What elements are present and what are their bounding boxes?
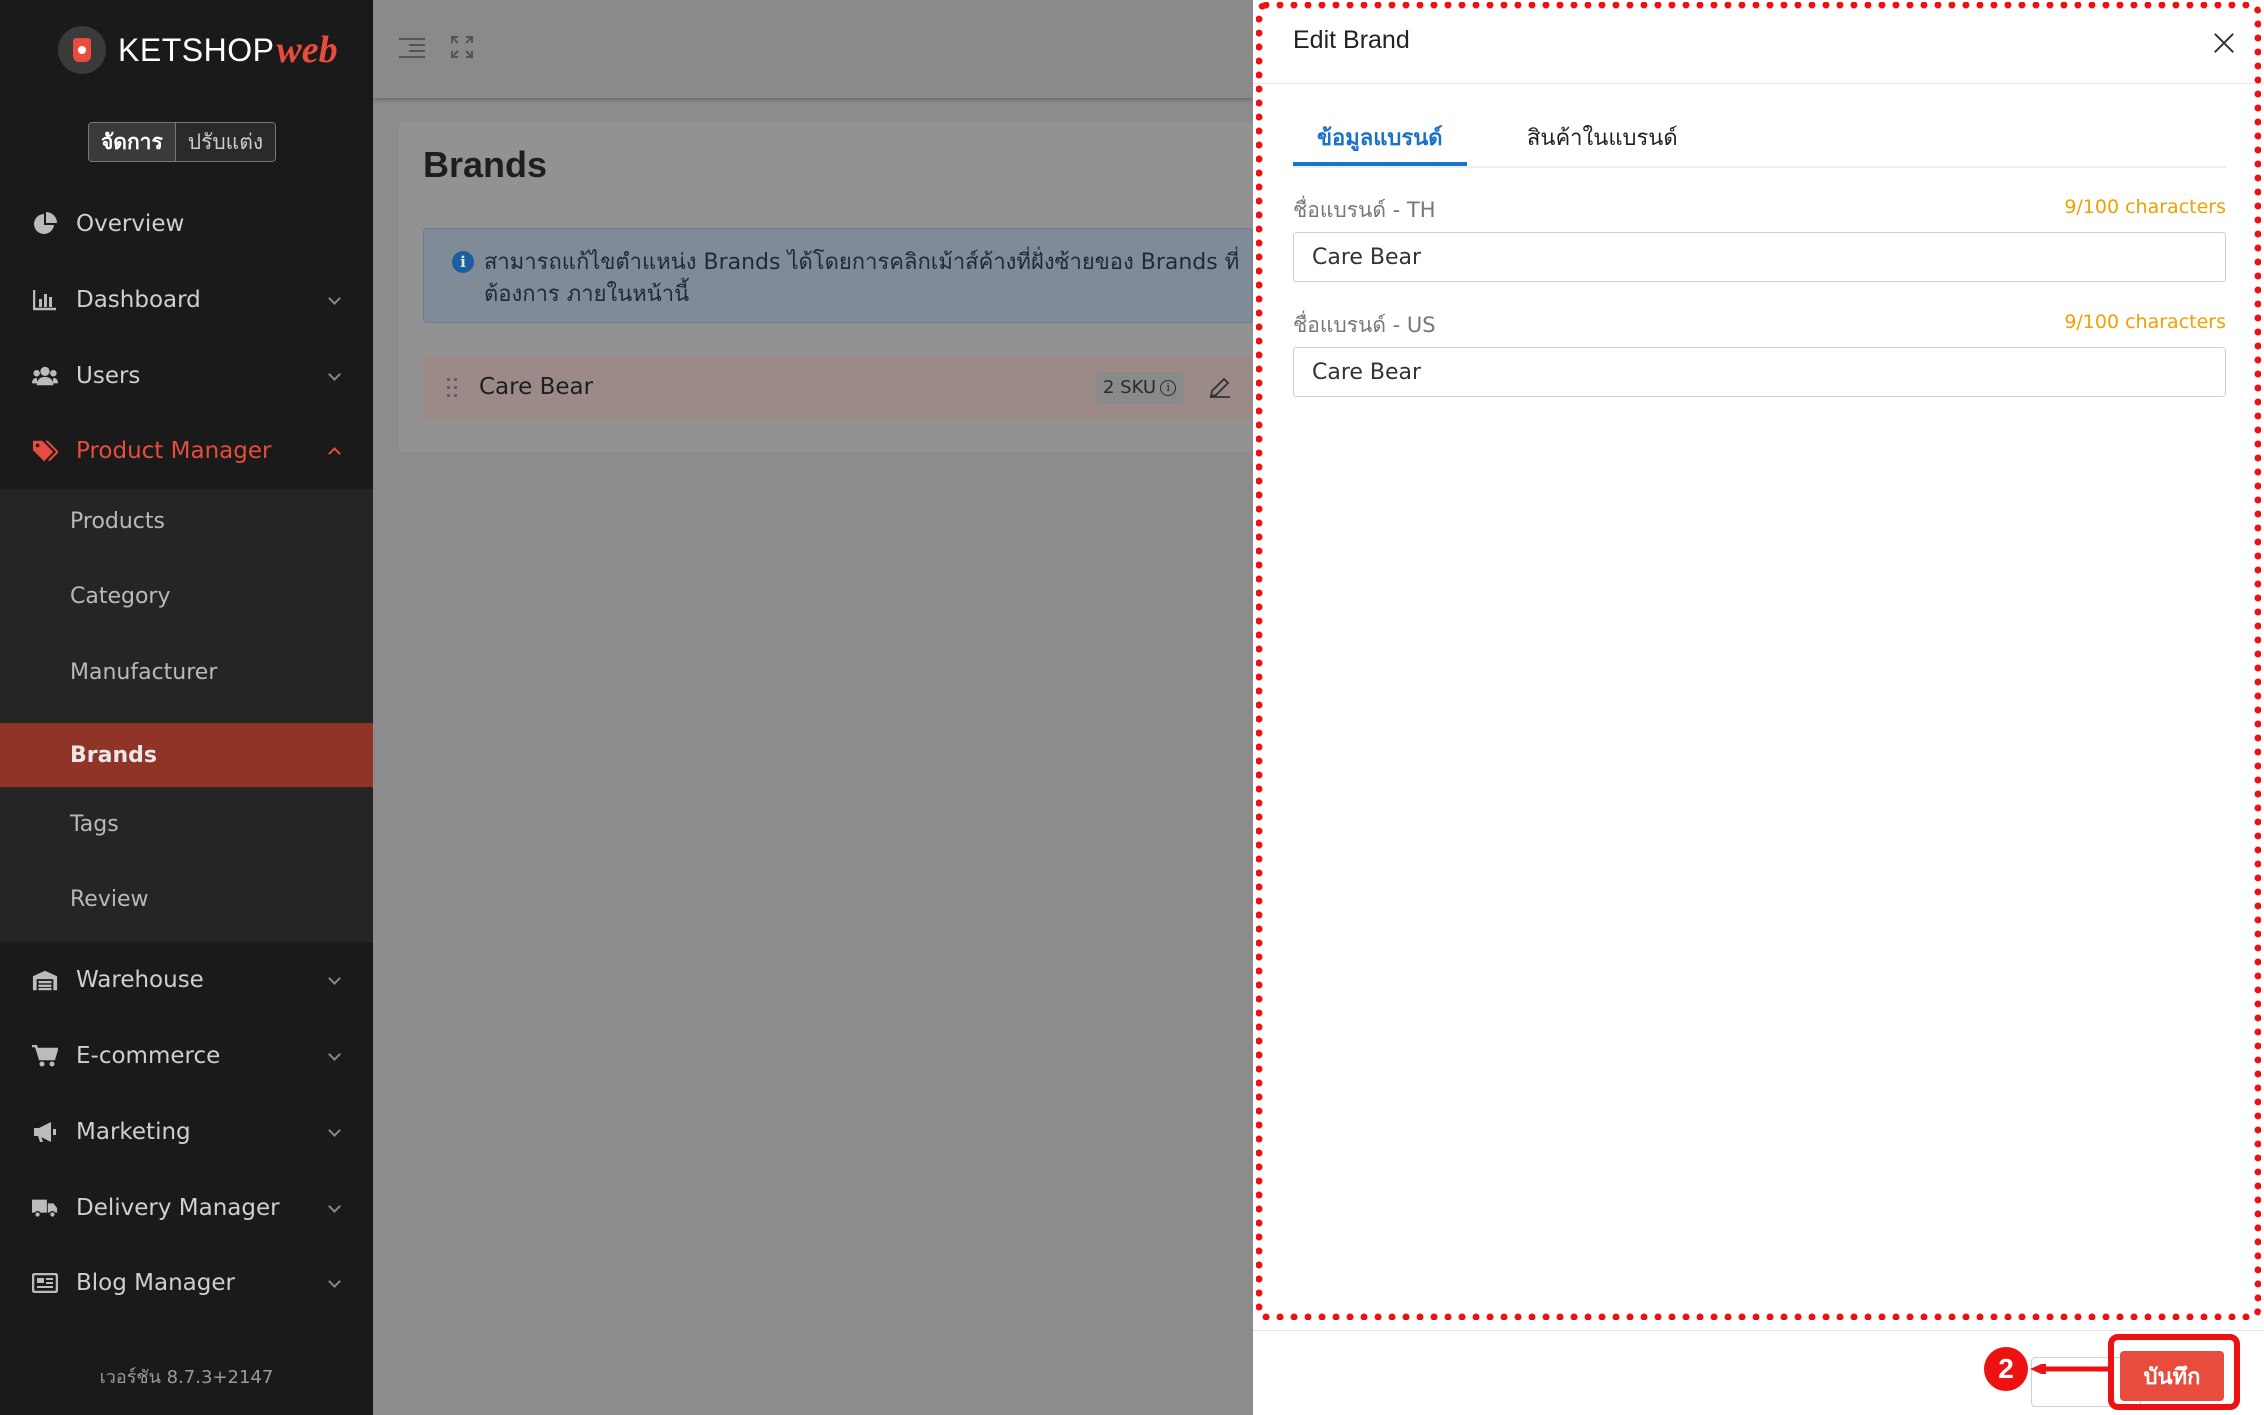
sidebar-item-tags[interactable]: Tags <box>0 792 373 856</box>
nav-delivery-label: Delivery Manager <box>76 1195 280 1221</box>
mode-toggle: จัดการ ปรับแต่ง <box>88 122 277 162</box>
annotation-dotted-frame <box>1256 2 2261 1320</box>
sidebar-item-brands[interactable]: Brands <box>0 723 373 787</box>
chevron-up-icon <box>328 445 340 457</box>
brand-name: Care Bear <box>479 374 594 400</box>
nav-marketing[interactable]: Marketing <box>0 1094 373 1170</box>
info-alert: i สามารถแก้ไขตำแหน่ง Brands ได้โดยการคลิ… <box>423 228 1253 323</box>
chevron-down-icon <box>328 294 340 306</box>
logo-accent: web <box>276 29 338 71</box>
megaphone-icon <box>32 1120 58 1144</box>
nav-overview[interactable]: Overview <box>0 186 373 262</box>
sku-badge: 2 SKU i <box>1095 372 1185 404</box>
fullscreen-icon[interactable] <box>451 36 473 58</box>
logo-mark-icon <box>58 26 106 74</box>
bar-chart-icon <box>32 288 58 312</box>
nav-product-manager[interactable]: Product Manager <box>0 413 373 489</box>
users-icon <box>32 364 58 388</box>
sku-count: 2 SKU <box>1103 377 1157 398</box>
drag-handle-icon[interactable] <box>447 378 459 398</box>
tags-icon <box>32 439 58 463</box>
chevron-down-icon <box>328 974 340 986</box>
nav-ecommerce[interactable]: E-commerce <box>0 1018 373 1094</box>
nav-marketing-label: Marketing <box>76 1119 191 1145</box>
annotation-save-highlight <box>2108 1334 2240 1410</box>
nav-users-label: Users <box>76 363 141 389</box>
annotation-arrow-icon <box>2030 1364 2108 1374</box>
nav-product-manager-label: Product Manager <box>76 438 272 464</box>
menu-toggle-icon[interactable] <box>399 36 425 58</box>
topbar <box>373 0 1253 98</box>
nav-blog-manager[interactable]: Blog Manager <box>0 1245 373 1321</box>
sidebar-item-manufacturer[interactable]: Manufacturer <box>0 640 373 704</box>
chevron-down-icon <box>328 370 340 382</box>
modal-backdrop[interactable] <box>373 452 1253 1415</box>
info-text: สามารถแก้ไขตำแหน่ง Brands ได้โดยการคลิกเ… <box>484 250 1240 307</box>
warehouse-icon <box>32 968 58 992</box>
version-label: เวอร์ชัน 8.7.3+2147 <box>99 1367 274 1388</box>
nav-ecommerce-label: E-commerce <box>76 1043 221 1069</box>
sidebar-item-products[interactable]: Products <box>0 489 373 553</box>
brand-list-item[interactable]: Care Bear 2 SKU i <box>423 356 1253 419</box>
chevron-down-icon <box>328 1050 340 1062</box>
newspaper-icon <box>32 1271 58 1295</box>
nav-overview-label: Overview <box>76 211 185 237</box>
nav-dashboard[interactable]: Dashboard <box>0 262 373 338</box>
logo[interactable]: KETSHOP web <box>58 24 338 76</box>
logo-text: KETSHOP <box>118 31 275 68</box>
info-icon: i <box>452 251 474 273</box>
nav-dashboard-label: Dashboard <box>76 287 201 313</box>
truck-icon <box>32 1196 58 1220</box>
sidebar-item-category[interactable]: Category <box>0 564 373 628</box>
annotation-step-badge: 2 <box>1984 1347 2028 1391</box>
nav-blog-label: Blog Manager <box>76 1270 235 1296</box>
nav-delivery-manager[interactable]: Delivery Manager <box>0 1170 373 1246</box>
mode-manage-button[interactable]: จัดการ <box>89 123 175 161</box>
sku-info-icon[interactable]: i <box>1160 380 1177 396</box>
nav-warehouse[interactable]: Warehouse <box>0 942 373 1018</box>
pie-chart-icon <box>32 212 58 236</box>
mode-customize-button[interactable]: ปรับแต่ง <box>174 123 276 161</box>
sidebar-item-review[interactable]: Review <box>0 867 373 931</box>
product-manager-submenu: Products Category Manufacturer Brands Ta… <box>0 489 373 942</box>
edit-pencil-icon[interactable] <box>1209 376 1231 398</box>
nav-warehouse-label: Warehouse <box>76 967 204 993</box>
chevron-down-icon <box>328 1202 340 1214</box>
sidebar: KETSHOP web จัดการ ปรับแต่ง Overview Das… <box>0 0 373 1415</box>
cart-icon <box>32 1044 58 1068</box>
chevron-down-icon <box>328 1277 340 1289</box>
page-title: Brands <box>423 144 548 185</box>
nav-users[interactable]: Users <box>0 338 373 414</box>
chevron-down-icon <box>328 1126 340 1138</box>
